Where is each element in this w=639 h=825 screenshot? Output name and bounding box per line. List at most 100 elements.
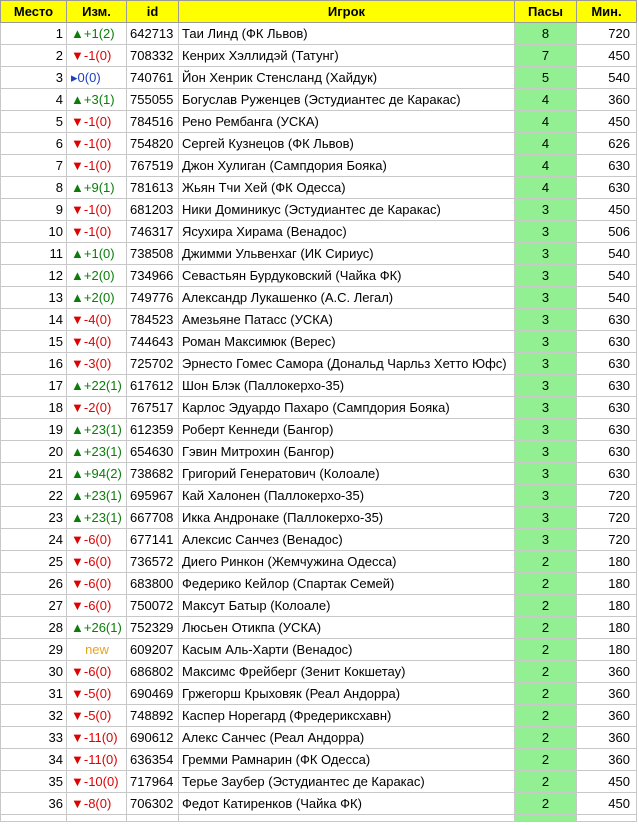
cell-player[interactable]: Таи Линд (ФК Львов)	[178, 22, 515, 45]
cell-assists[interactable]: 3	[514, 374, 577, 397]
cell-id[interactable]: 738682	[126, 462, 179, 485]
cell-assists[interactable]: 2	[514, 572, 577, 595]
cell-assists[interactable]: 3	[514, 418, 577, 441]
cell-id[interactable]: 744643	[126, 330, 179, 353]
cell-place[interactable]: 2	[0, 44, 67, 67]
cell-assists[interactable]: 2	[514, 616, 577, 639]
cell-minutes[interactable]: 630	[576, 330, 637, 353]
cell-id[interactable]: 784523	[126, 308, 179, 331]
cell-id[interactable]: 681203	[126, 198, 179, 221]
cell-place[interactable]: 1	[0, 22, 67, 45]
table-row[interactable]: 21 ▲+94(2) 738682 Григорий Генератович (Кол…	[0, 462, 637, 485]
cell-place[interactable]: 7	[0, 154, 67, 177]
cell-minutes[interactable]: 630	[576, 352, 637, 375]
table-row[interactable]: 19 ▲+23(1) 612359 Роберт Кеннеди (Бангор) 3 6…	[0, 418, 637, 441]
cell-place[interactable]: 25	[0, 550, 67, 573]
table-row[interactable]: 7 ▼-1(0) 767519 Джон Хулиган (Сампдория Боя…	[0, 154, 637, 177]
cell-assists[interactable]: 2	[514, 682, 577, 705]
cell-place[interactable]: 5	[0, 110, 67, 133]
cell-minutes[interactable]: 540	[576, 242, 637, 265]
cell-minutes[interactable]: 630	[576, 308, 637, 331]
cell-change[interactable]: ▼-6(0)	[66, 528, 127, 551]
cell-change[interactable]: ▼-11(0)	[66, 748, 127, 771]
cell-id[interactable]: 686802	[126, 660, 179, 683]
cell-change[interactable]: ▲+9(1)	[66, 176, 127, 199]
cell-change[interactable]: ▲+23(1)	[66, 484, 127, 507]
cell-minutes[interactable]: 450	[576, 198, 637, 221]
cell-player[interactable]: Гржегорш Крыховяк (Реал Андорра)	[178, 682, 515, 705]
cell-place[interactable]: 31	[0, 682, 67, 705]
cell-minutes[interactable]: 180	[576, 616, 637, 639]
table-row[interactable]: 5 ▼-1(0) 784516 Рено Рембанга (УСКА) 4 450	[0, 110, 637, 133]
cell-minutes[interactable]: 360	[576, 748, 637, 771]
cell-minutes[interactable]: 720	[576, 528, 637, 551]
cell-id[interactable]: 690469	[126, 682, 179, 705]
cell-player[interactable]: Федерико Кейлор (Спартак Семей)	[178, 572, 515, 595]
cell-player[interactable]: Амезьяне Патасс (УСКА)	[178, 308, 515, 331]
cell-change[interactable]: ▲+94(2)	[66, 462, 127, 485]
cell-change[interactable]: ▼-6(0)	[66, 660, 127, 683]
cell-minutes[interactable]: 540	[576, 286, 637, 309]
table-row[interactable]: 6 ▼-1(0) 754820 Сергей Кузнецов (ФК Львов) 4…	[0, 132, 637, 155]
cell-assists[interactable]: 2	[514, 770, 577, 793]
cell-change[interactable]: ▼-3(0)	[66, 352, 127, 375]
cell-change[interactable]: ▲+23(1)	[66, 506, 127, 529]
cell-place[interactable]: 4	[0, 88, 67, 111]
cell-minutes[interactable]: 540	[576, 264, 637, 287]
table-row[interactable]: 29 new 609207 Касым Аль-Харти (Венадос) 2 180	[0, 638, 637, 661]
cell-player[interactable]: Кай Халонен (Паллокерхо-35)	[178, 484, 515, 507]
cell-minutes[interactable]: 450	[576, 770, 637, 793]
cell-assists[interactable]: 3	[514, 264, 577, 287]
cell-assists[interactable]: 3	[514, 484, 577, 507]
cell-place[interactable]: 9	[0, 198, 67, 221]
table-row[interactable]: 1 ▲+1(2) 642713 Таи Линд (ФК Львов) 8 720	[0, 22, 637, 45]
cell-id[interactable]: 738508	[126, 242, 179, 265]
cell-player[interactable]: Сергей Кузнецов (ФК Львов)	[178, 132, 515, 155]
table-row[interactable]: 11 ▲+1(0) 738508 Джимми Ульвенхаг (ИК Сириу…	[0, 242, 637, 265]
cell-minutes[interactable]: 360	[576, 88, 637, 111]
table-row[interactable]: 8 ▲+9(1) 781613 Жьян Тчи Хей (ФК Одесса) 4 63…	[0, 176, 637, 199]
cell-change[interactable]: ▼-6(0)	[66, 572, 127, 595]
cell-place[interactable]: 6	[0, 132, 67, 155]
cell-id[interactable]: 736572	[126, 550, 179, 573]
cell-id[interactable]: 636354	[126, 748, 179, 771]
cell-assists[interactable]: 4	[514, 154, 577, 177]
cell-minutes[interactable]: 450	[576, 792, 637, 815]
table-row[interactable]: 22 ▲+23(1) 695967 Кай Халонен (Паллокерхо-3…	[0, 484, 637, 507]
cell-id[interactable]: 755055	[126, 88, 179, 111]
cell-change[interactable]: ▼-1(0)	[66, 220, 127, 243]
cell-player[interactable]: Севастьян Бурдуковский (Чайка ФК)	[178, 264, 515, 287]
cell-place[interactable]: 21	[0, 462, 67, 485]
cell-place[interactable]: 13	[0, 286, 67, 309]
cell-change[interactable]: ▲+2(0)	[66, 286, 127, 309]
cell-change[interactable]: ▼-6(0)	[66, 550, 127, 573]
cell-minutes[interactable]: 180	[576, 550, 637, 573]
cell-change[interactable]: ▼-5(0)	[66, 704, 127, 727]
cell-assists[interactable]: 5	[514, 66, 577, 89]
cell-place[interactable]: 35	[0, 770, 67, 793]
cell-change[interactable]: ▼-11(0)	[66, 726, 127, 749]
cell-player[interactable]: Шон Блэк (Паллокерхо-35)	[178, 374, 515, 397]
cell-id[interactable]: 740761	[126, 66, 179, 89]
table-row[interactable]: 28 ▲+26(1) 752329 Люсьен Отикпа (УСКА) 2 180	[0, 616, 637, 639]
cell-minutes[interactable]: 450	[576, 44, 637, 67]
cell-place[interactable]: 19	[0, 418, 67, 441]
cell-id[interactable]: 754820	[126, 132, 179, 155]
cell-id[interactable]: 617612	[126, 374, 179, 397]
cell-id[interactable]: 612359	[126, 418, 179, 441]
table-row[interactable]: 10 ▼-1(0) 746317 Ясухира Хирама (Венадос) 3 5…	[0, 220, 637, 243]
cell-change[interactable]: ▼-5(0)	[66, 682, 127, 705]
cell-assists[interactable]: 2	[514, 660, 577, 683]
cell-place[interactable]: 28	[0, 616, 67, 639]
table-row[interactable]: 15 ▼-4(0) 744643 Роман Максимюк (Верес) 3 630	[0, 330, 637, 353]
cell-player[interactable]: Люсьен Отикпа (УСКА)	[178, 616, 515, 639]
cell-place[interactable]: 23	[0, 506, 67, 529]
table-row[interactable]: 16 ▼-3(0) 725702 Эрнесто Гомес Самора (Дона…	[0, 352, 637, 375]
table-row[interactable]: 33 ▼-11(0) 690612 Алекс Санчес (Реал Андорр…	[0, 726, 637, 749]
cell-change[interactable]: ▼-2(0)	[66, 396, 127, 419]
table-row[interactable]: 20 ▲+23(1) 654630 Гэвин Митрохин (Бангор) 3 6…	[0, 440, 637, 463]
cell-place[interactable]: 8	[0, 176, 67, 199]
cell-minutes[interactable]: 506	[576, 220, 637, 243]
cell-minutes[interactable]: 180	[576, 572, 637, 595]
header-id[interactable]: id	[126, 0, 179, 23]
